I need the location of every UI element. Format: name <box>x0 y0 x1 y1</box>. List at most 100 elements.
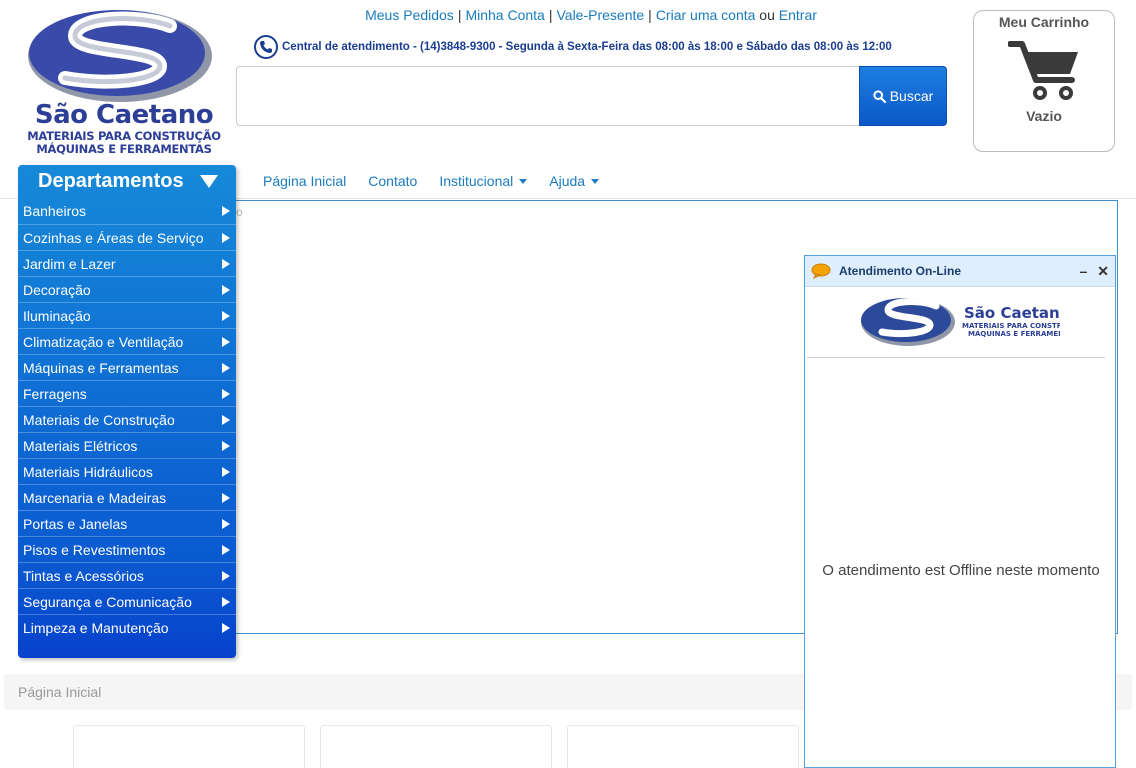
product-card[interactable] <box>567 725 799 768</box>
department-label: Iluminação <box>23 307 91 324</box>
logo-s-mark <box>28 10 212 102</box>
departments-menu: Departamentos Banheiros Cozinhas e Áreas … <box>18 165 236 658</box>
caret-down-icon <box>519 178 528 184</box>
nav-contact[interactable]: Contato <box>357 164 428 198</box>
department-item[interactable]: Cozinhas e Áreas de Serviço <box>18 224 236 250</box>
cart-widget[interactable]: Meu Carrinho Vazio <box>973 10 1115 152</box>
login-link[interactable]: Entrar <box>779 7 817 23</box>
chevron-right-icon <box>222 622 230 633</box>
minimize-icon[interactable]: – <box>1079 264 1087 278</box>
separator: | <box>548 7 553 23</box>
department-item[interactable]: Limpeza e Manutenção <box>18 614 236 640</box>
logo-text: São Caetano MATERIAIS PARA CONSTRUÇÃO MÁ… <box>24 100 224 156</box>
breadcrumb-home[interactable]: Página Inicial <box>18 684 101 700</box>
chevron-right-icon <box>222 284 230 295</box>
department-label: Banheiros <box>23 203 87 219</box>
department-label: Máquinas e Ferramentas <box>23 359 179 376</box>
department-label: Tintas e Acessórios <box>23 567 144 584</box>
separator: | <box>648 7 652 23</box>
chevron-right-icon <box>222 362 230 373</box>
department-item[interactable]: Banheiros <box>18 198 236 224</box>
departments-title: Departamentos <box>38 170 184 192</box>
chevron-right-icon <box>222 414 230 425</box>
search-button[interactable]: Buscar <box>859 66 947 126</box>
cart-icon <box>1008 41 1078 100</box>
department-label: Decoração <box>23 281 91 298</box>
chevron-down-icon <box>200 175 218 188</box>
nav-contact-label: Contato <box>368 173 418 189</box>
gift-card-link[interactable]: Vale-Presente <box>556 7 644 23</box>
chat-header: Atendimento On-Line – ✕ <box>805 256 1115 287</box>
nav-institutional[interactable]: Institucional <box>428 164 538 198</box>
close-icon[interactable]: ✕ <box>1097 264 1109 278</box>
department-item[interactable]: Portas e Janelas <box>18 510 236 536</box>
nav-home[interactable]: Página Inicial <box>252 164 357 198</box>
chat-logo-name: São Caetano <box>964 304 1060 322</box>
or-text: ou <box>759 7 775 23</box>
chat-logo-tagline-1: MATERIAIS PARA CONSTRUÇÃO <box>962 321 1060 330</box>
chat-logo: São Caetano MATERIAIS PARA CONSTRUÇÃO MÁ… <box>805 287 1115 357</box>
chevron-right-icon <box>222 570 230 581</box>
my-orders-link[interactable]: Meus Pedidos <box>365 7 454 23</box>
department-label: Materiais Hidráulicos <box>23 463 153 480</box>
department-item[interactable]: Materiais Hidráulicos <box>18 458 236 484</box>
department-label: Limpeza e Manutenção <box>23 619 169 636</box>
separator: | <box>457 7 462 23</box>
main-nav: Página Inicial Contato Institucional Aju… <box>252 164 610 198</box>
department-item[interactable]: Decoração <box>18 276 236 302</box>
logo-brand-name: São Caetano <box>34 100 214 130</box>
chevron-right-icon <box>222 310 230 321</box>
department-label: Portas e Janelas <box>23 515 128 532</box>
department-item[interactable]: Pisos e Revestimentos <box>18 536 236 562</box>
account-links: Meus Pedidos | Minha Conta | Vale-Presente | C… <box>236 7 946 23</box>
departments-list: Banheiros Cozinhas e Áreas de Serviço Jard… <box>18 198 236 640</box>
chat-widget: Atendimento On-Line – ✕ São Caetano MATE… <box>804 255 1116 768</box>
department-item[interactable]: Materiais Elétricos <box>18 432 236 458</box>
chevron-right-icon <box>222 336 230 347</box>
department-item[interactable]: Tintas e Acessórios <box>18 562 236 588</box>
department-item[interactable]: Materiais de Construção <box>18 406 236 432</box>
chevron-right-icon <box>222 492 230 503</box>
chat-logo-tagline-2: MÁQUINAS E FERRAMENTAS <box>968 329 1060 338</box>
chevron-right-icon <box>222 388 230 399</box>
banner-text-fragment: o <box>236 205 243 219</box>
department-label: Materiais de Construção <box>23 411 175 428</box>
department-label: Marcenaria e Madeiras <box>23 489 167 506</box>
department-label: Ferragens <box>23 385 87 402</box>
department-item[interactable]: Climatização e Ventilação <box>18 328 236 354</box>
caret-down-icon <box>591 178 600 184</box>
search-input[interactable] <box>236 66 860 126</box>
nav-help[interactable]: Ajuda <box>538 164 610 198</box>
chevron-right-icon <box>222 440 230 451</box>
department-item[interactable]: Segurança e Comunicação <box>18 588 236 614</box>
department-item[interactable]: Máquinas e Ferramentas <box>18 354 236 380</box>
chevron-right-icon <box>222 206 230 216</box>
department-item[interactable]: Iluminação <box>18 302 236 328</box>
department-label: Segurança e Comunicação <box>23 593 192 610</box>
cart-status: Vazio <box>1026 108 1062 124</box>
search-icon <box>873 89 886 103</box>
my-account-link[interactable]: Minha Conta <box>465 7 544 23</box>
departments-toggle[interactable]: Departamentos <box>18 165 236 198</box>
department-item[interactable]: Jardim e Lazer <box>18 250 236 276</box>
department-item[interactable]: Marcenaria e Madeiras <box>18 484 236 510</box>
chevron-right-icon <box>222 596 230 607</box>
department-label: Pisos e Revestimentos <box>23 541 166 558</box>
phone-icon <box>254 35 278 59</box>
nav-home-label: Página Inicial <box>263 173 347 189</box>
department-label: Materiais Elétricos <box>23 437 138 454</box>
chat-logo-mark: São Caetano MATERIAIS PARA CONSTRUÇÃO MÁ… <box>861 298 1060 346</box>
chevron-right-icon <box>222 518 230 529</box>
product-card[interactable] <box>73 725 305 768</box>
department-label: Climatização e Ventilação <box>23 333 184 350</box>
chevron-right-icon <box>222 232 230 243</box>
chevron-right-icon <box>222 466 230 477</box>
support-text: Central de atendimento - (14)3848-9300 -… <box>282 41 892 53</box>
cart-title: Meu Carrinho <box>998 14 1090 30</box>
page-root: São Caetano MATERIAIS PARA CONSTRUÇÃO MÁ… <box>0 0 1136 768</box>
department-label: Cozinhas e Áreas de Serviço <box>23 229 204 246</box>
chat-divider <box>807 357 1105 358</box>
product-card[interactable] <box>320 725 552 768</box>
create-account-link[interactable]: Criar uma conta <box>656 7 756 23</box>
department-item[interactable]: Ferragens <box>18 380 236 406</box>
